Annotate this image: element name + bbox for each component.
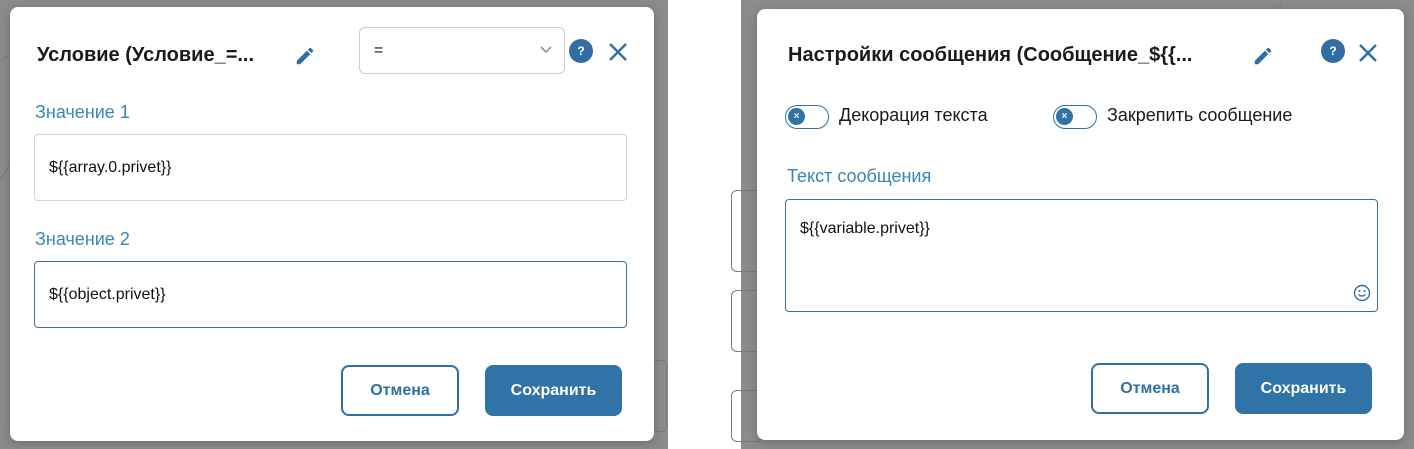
message-text-label: Текст сообщения — [787, 166, 932, 186]
value2-text: ${{object.privet}} — [49, 285, 166, 303]
value2-field[interactable]: ${{object.privet}} — [34, 261, 627, 328]
value1-text: ${{array.0.privet}} — [49, 158, 172, 176]
condition-dialog: Условие (Условие_=... = ? Значение 1 ${{… — [10, 7, 654, 441]
condition-dialog-title: Условие (Условие_=... — [37, 44, 255, 66]
help-icon[interactable]: ? — [1320, 38, 1346, 64]
pin-message-toggle[interactable]: × — [1053, 105, 1097, 129]
toggle-off-icon: × — [1056, 108, 1073, 125]
message-text-area[interactable]: ${{variable.privet}} — [785, 199, 1378, 312]
help-icon[interactable]: ? — [568, 38, 594, 64]
save-button[interactable]: Сохранить — [1235, 363, 1372, 414]
toggle-off-icon: × — [788, 108, 805, 125]
pin-message-label: Закрепить сообщение — [1107, 105, 1293, 125]
message-dialog-title: Настройки сообщения (Сообщение_${{... — [788, 44, 1193, 66]
pencil-icon[interactable] — [290, 41, 320, 71]
close-icon[interactable] — [1354, 39, 1382, 67]
text-decoration-toggle[interactable]: × — [785, 105, 829, 129]
value1-label: Значение 1 — [35, 102, 130, 122]
close-icon[interactable] — [604, 38, 632, 66]
chevron-down-icon — [538, 41, 554, 62]
operator-select[interactable]: = — [359, 27, 565, 74]
help-glyph: ? — [1321, 39, 1345, 63]
pencil-icon[interactable] — [1248, 41, 1278, 71]
text-decoration-label: Декорация текста — [839, 105, 988, 125]
cancel-button[interactable]: Отмена — [1091, 363, 1209, 414]
save-button[interactable]: Сохранить — [485, 365, 622, 416]
operator-select-value: = — [374, 41, 384, 59]
emoji-icon[interactable] — [1353, 284, 1371, 307]
value2-label: Значение 2 — [35, 229, 130, 249]
help-glyph: ? — [569, 39, 593, 63]
value1-field[interactable]: ${{array.0.privet}} — [34, 134, 627, 201]
message-settings-dialog: Настройки сообщения (Сообщение_${{... ? … — [757, 9, 1404, 440]
cancel-button[interactable]: Отмена — [341, 365, 459, 416]
message-text-value: ${{variable.privet}} — [800, 220, 930, 237]
